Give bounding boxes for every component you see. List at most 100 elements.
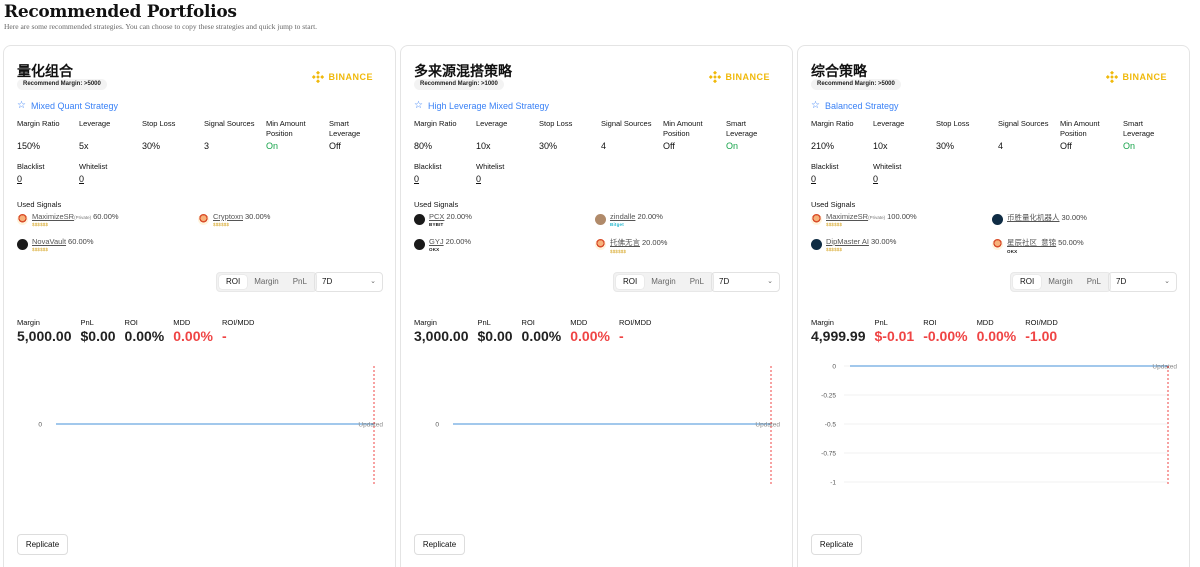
y-tick-label: 0 <box>832 364 836 371</box>
signal-avatar <box>595 239 606 250</box>
signal-name-link[interactable]: NovaVault <box>32 237 66 246</box>
replicate-button[interactable]: Replicate <box>811 534 862 555</box>
stat-leverage: Leverage 10x <box>873 119 933 151</box>
metric-value: 0.00% <box>976 328 1017 344</box>
metric-roi: ROI 0.00% <box>522 318 562 344</box>
signal-avatar <box>17 214 28 225</box>
seg-margin[interactable]: Margin <box>247 275 285 289</box>
replicate-button[interactable]: Replicate <box>414 534 465 555</box>
chart-mode-toggle: ROI Margin PnL <box>1010 272 1111 292</box>
exchange-logo: BINANCE <box>1106 71 1167 83</box>
metric-margin: Margin 5,000.00 <box>17 318 72 344</box>
seg-margin[interactable]: Margin <box>644 275 682 289</box>
whitelist-link[interactable]: 0 <box>873 174 901 184</box>
metric-value: -1.00 <box>1025 328 1058 344</box>
signal-weight: 100.00% <box>887 212 917 221</box>
period-select[interactable]: 7D ⌄ <box>314 272 383 292</box>
stat-smart-leverage: Smart Leverage On <box>726 119 778 151</box>
signal-source-tag: OKX <box>429 247 440 252</box>
metric-mdd: MDD 0.00% <box>173 318 213 344</box>
stat-smart-leverage: Smart Leverage On <box>1123 119 1175 151</box>
used-signals-label: Used Signals <box>414 200 459 209</box>
signal-name-link[interactable]: zindalle <box>610 212 635 221</box>
metric-margin: Margin 3,000.00 <box>414 318 469 344</box>
signal-name-link[interactable]: Cryptoxn <box>213 212 243 221</box>
signal-name-link[interactable]: MaximizeSR <box>826 212 868 221</box>
exchange-logo: BINANCE <box>709 71 770 83</box>
seg-pnl[interactable]: PnL <box>683 275 711 289</box>
star-icon[interactable]: ☆ <box>17 101 26 111</box>
signal-weight: 20.00% <box>446 212 472 221</box>
metric-value: 0.00% <box>521 328 562 344</box>
whitelist-link[interactable]: 0 <box>476 174 504 184</box>
stat-whitelist: Whitelist 0 <box>873 162 901 184</box>
card-title: 量化组合 <box>17 64 73 80</box>
signal-weight: 30.00% <box>1061 213 1087 222</box>
signal-avatar <box>992 239 1003 250</box>
signal-source-tag: $$$$$$ <box>826 222 843 227</box>
signal-name-link[interactable]: MaximizeSR <box>32 212 74 221</box>
replicate-button[interactable]: Replicate <box>17 534 68 555</box>
stat-whitelist: Whitelist 0 <box>79 162 107 184</box>
signal-item: 星辰社区_意锦 50.00% OKX <box>992 237 1084 254</box>
metric-label: ROI/MDD <box>618 318 652 327</box>
seg-pnl[interactable]: PnL <box>286 275 314 289</box>
signal-item: DipMaster AI 30.00% $$$$$$ <box>811 237 896 252</box>
stat-value: 4 <box>998 141 1004 151</box>
page-title: Recommended Portfolios <box>4 2 237 22</box>
signal-source-tag: $$$$$$ <box>213 222 230 227</box>
recommend-margin-badge: Recommend Margin: >1000 <box>414 79 504 90</box>
signal-private-tag: (Private) <box>74 215 92 220</box>
star-icon[interactable]: ☆ <box>811 101 820 111</box>
metric-value: - <box>618 328 624 344</box>
metric-roi-mdd: ROI/MDD -1.00 <box>1025 318 1058 344</box>
exchange-name: BINANCE <box>328 72 373 82</box>
seg-margin[interactable]: Margin <box>1041 275 1079 289</box>
seg-roi[interactable]: ROI <box>219 275 248 289</box>
stat-value: 150% <box>17 141 41 151</box>
signal-source-tag: $$$$$$ <box>826 247 843 252</box>
period-select[interactable]: 7D ⌄ <box>711 272 780 292</box>
signal-name-link[interactable]: 星辰社区_意锦 <box>1007 238 1056 247</box>
signal-name-link[interactable]: DipMaster AI <box>826 237 869 246</box>
signal-item: 币胜量化机器人 30.00% <box>992 212 1087 225</box>
chevron-down-icon: ⌄ <box>370 278 376 285</box>
signal-name-link[interactable]: 币胜量化机器人 <box>1007 213 1060 222</box>
metric-pnl: PnL $0.00 <box>81 318 116 344</box>
stat-margin-ratio: Margin Ratio 150% <box>17 119 77 151</box>
seg-roi[interactable]: ROI <box>1013 275 1042 289</box>
seg-pnl[interactable]: PnL <box>1080 275 1108 289</box>
stat-label: Leverage <box>79 119 111 128</box>
signal-name-link[interactable]: GYJ <box>429 237 444 246</box>
strategy-type: ☆ Mixed Quant Strategy <box>17 101 118 112</box>
blacklist-link[interactable]: 0 <box>414 174 442 184</box>
signal-weight: 60.00% <box>68 237 94 246</box>
star-icon[interactable]: ☆ <box>414 101 423 111</box>
blacklist-link[interactable]: 0 <box>811 174 839 184</box>
metric-value: $-0.01 <box>874 328 915 344</box>
stat-value: 10x <box>873 141 888 151</box>
signal-name-link[interactable]: 托佛无言 <box>610 238 640 247</box>
signal-item: NovaVault 60.00% $$$$$$ <box>17 237 93 252</box>
whitelist-link[interactable]: 0 <box>79 174 107 184</box>
seg-roi[interactable]: ROI <box>616 275 645 289</box>
chart-mode-toggle: ROI Margin PnL <box>216 272 317 292</box>
stat-stop-loss: Stop Loss 30% <box>936 119 996 151</box>
stat-value: 80% <box>414 141 433 151</box>
stat-value: 10x <box>476 141 491 151</box>
period-select[interactable]: 7D ⌄ <box>1108 272 1177 292</box>
stat-label: Stop Loss <box>936 119 970 128</box>
signal-source-tag: Bitget <box>610 222 624 227</box>
used-signals-label: Used Signals <box>811 200 856 209</box>
blacklist-link[interactable]: 0 <box>17 174 45 184</box>
y-tick-label: -0.5 <box>825 422 837 429</box>
metric-mdd: MDD 0.00% <box>570 318 610 344</box>
stat-margin-ratio: Margin Ratio 210% <box>811 119 871 151</box>
metric-value: 0.00% <box>570 328 610 344</box>
stat-label: Signal Sources <box>998 119 1049 128</box>
signal-name-link[interactable]: PCX <box>429 212 444 221</box>
stat-label: Blacklist <box>811 162 839 171</box>
stat-blacklist: Blacklist 0 <box>17 162 45 184</box>
updated-label: Updated <box>1152 364 1177 371</box>
period-value: 7D <box>1116 277 1127 286</box>
